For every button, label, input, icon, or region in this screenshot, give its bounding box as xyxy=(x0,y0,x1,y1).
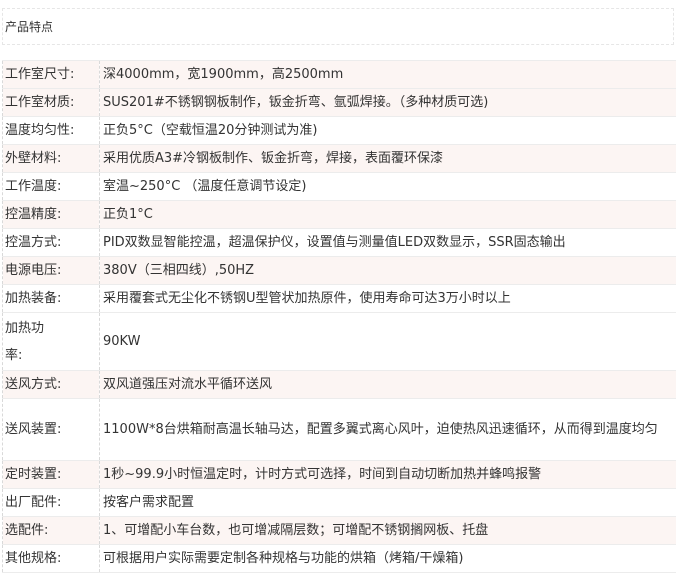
spec-label: 加热装备: xyxy=(3,285,100,313)
spec-label: 温度均匀性: xyxy=(3,117,100,145)
spec-value: 室温~250°C （温度任意调节设定) xyxy=(100,173,676,201)
table-row: 定时装置: 1秒~99.9小时恒温定时，计时方式可选择，时间到自动切断加热并蜂鸣… xyxy=(3,461,676,489)
section-header: 产品特点 xyxy=(2,8,674,45)
spec-label-text: 加热功率: xyxy=(5,315,49,369)
spec-value: PID双数显智能控温，超温保护仪，设置值与测量值LED双数显示，SSR固态输出 xyxy=(100,229,676,257)
table-row: 工作室材质: SUS201#不锈钢钢板制作，钣金折弯、氩弧焊接。（多种材质可选) xyxy=(3,89,676,117)
table-row: 外壁材料: 采用优质A3#冷钢板制作、钣金折弯，焊接，表面覆环保漆 xyxy=(3,145,676,173)
spec-label: 工作室材质: xyxy=(3,89,100,117)
table-row: 选配件: 1、可增配小车台数，也可增减隔层数；可增配不锈钢搁网板、托盘 xyxy=(3,517,676,545)
spec-value: 采用优质A3#冷钢板制作、钣金折弯，焊接，表面覆环保漆 xyxy=(100,145,676,173)
spec-label: 送风装置: xyxy=(3,399,100,461)
spec-label: 选配件: xyxy=(3,517,100,545)
spec-value: 可根据用户实际需要定制各种规格与功能的烘箱（烤箱/干燥箱) xyxy=(100,545,676,573)
section-title: 产品特点 xyxy=(5,20,53,34)
spec-value: 深4000mm，宽1900mm，高2500mm xyxy=(100,61,676,89)
spec-label: 出厂配件: xyxy=(3,489,100,517)
spec-label: 其他规格: xyxy=(3,545,100,573)
table-row: 工作温度: 室温~250°C （温度任意调节设定) xyxy=(3,173,676,201)
spec-label: 电源电压: xyxy=(3,257,100,285)
spec-value: 按客户需求配置 xyxy=(100,489,676,517)
spec-label: 定时装置: xyxy=(3,461,100,489)
spec-value: 正负1°C xyxy=(100,201,676,229)
product-spec-page: 产品特点 工作室尺寸: 深4000mm，宽1900mm，高2500mm 工作室材… xyxy=(0,0,676,564)
table-row: 控温精度: 正负1°C xyxy=(3,201,676,229)
spec-value: 1、可增配小车台数，也可增减隔层数；可增配不锈钢搁网板、托盘 xyxy=(100,517,676,545)
table-row: 送风装置: 1100W*8台烘箱耐高温长轴马达，配置多翼式离心风叶，迫使热风迅速… xyxy=(3,399,676,461)
table-row: 电源电压: 380V（三相四线）,50HZ xyxy=(3,257,676,285)
spec-value: 正负5°C（空载恒温20分钟测试为准) xyxy=(100,117,676,145)
table-row: 工作室尺寸: 深4000mm，宽1900mm，高2500mm xyxy=(3,61,676,89)
spec-label: 工作室尺寸: xyxy=(3,61,100,89)
spec-value: 1100W*8台烘箱耐高温长轴马达，配置多翼式离心风叶，迫使热风迅速循环，从而得… xyxy=(100,399,676,461)
spec-value: 90KW xyxy=(100,313,676,371)
table-row: 温度均匀性: 正负5°C（空载恒温20分钟测试为准) xyxy=(3,117,676,145)
table-row: 加热功率: 90KW xyxy=(3,313,676,371)
spec-value: 双风道强压对流水平循环送风 xyxy=(100,371,676,399)
spec-label: 外壁材料: xyxy=(3,145,100,173)
spec-label: 工作温度: xyxy=(3,173,100,201)
spec-value: 采用覆套式无尘化不锈钢U型管状加热原件，使用寿命可达3万小时以上 xyxy=(100,285,676,313)
table-row: 出厂配件: 按客户需求配置 xyxy=(3,489,676,517)
spec-label: 控温方式: xyxy=(3,229,100,257)
table-row: 其他规格: 可根据用户实际需要定制各种规格与功能的烘箱（烤箱/干燥箱) xyxy=(3,545,676,573)
spec-table: 工作室尺寸: 深4000mm，宽1900mm，高2500mm 工作室材质: SU… xyxy=(2,60,676,573)
spec-label: 加热功率: xyxy=(3,313,100,371)
spec-value: 1秒~99.9小时恒温定时，计时方式可选择，时间到自动切断加热并蜂鸣报警 xyxy=(100,461,676,489)
spec-label: 送风方式: xyxy=(3,371,100,399)
table-row: 加热装备: 采用覆套式无尘化不锈钢U型管状加热原件，使用寿命可达3万小时以上 xyxy=(3,285,676,313)
table-row: 控温方式: PID双数显智能控温，超温保护仪，设置值与测量值LED双数显示，SS… xyxy=(3,229,676,257)
spec-value: SUS201#不锈钢钢板制作，钣金折弯、氩弧焊接。（多种材质可选) xyxy=(100,89,676,117)
table-row: 送风方式: 双风道强压对流水平循环送风 xyxy=(3,371,676,399)
spec-label: 控温精度: xyxy=(3,201,100,229)
spec-value: 380V（三相四线）,50HZ xyxy=(100,257,676,285)
